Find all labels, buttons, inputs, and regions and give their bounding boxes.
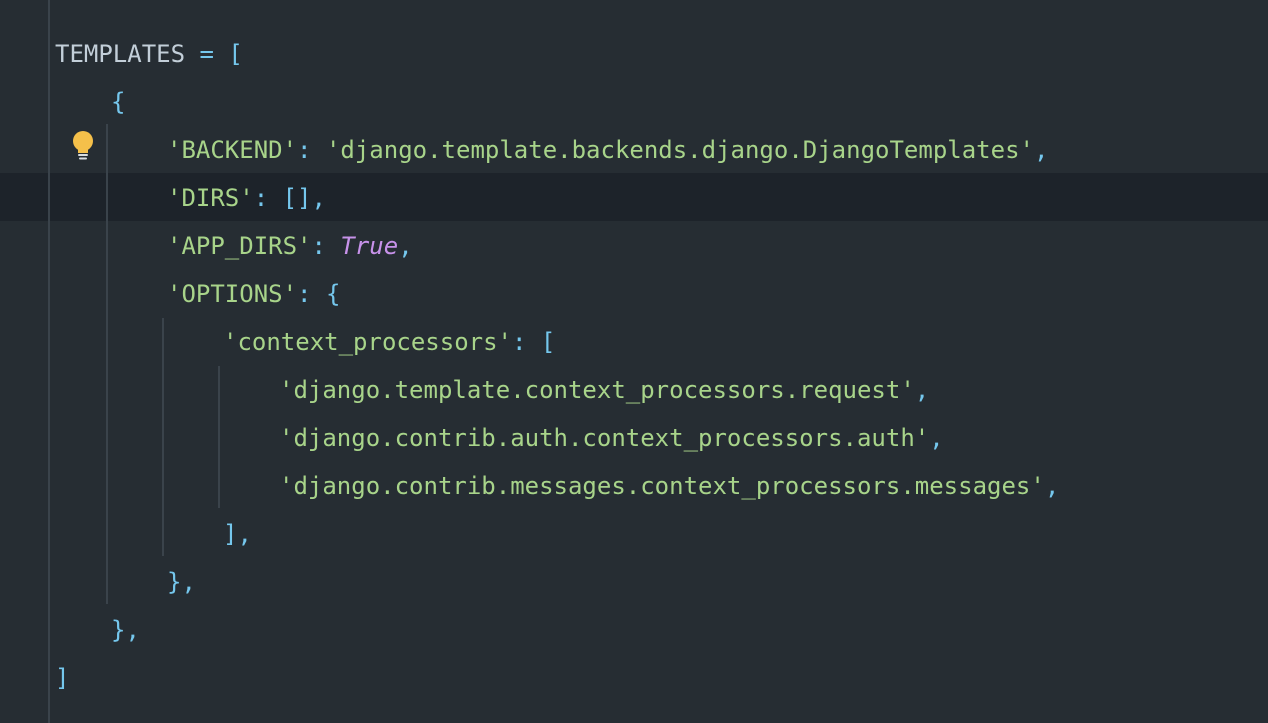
code-line[interactable]: 'OPTIONS': { — [167, 270, 340, 318]
code-token: 'BACKEND' — [167, 136, 298, 164]
code-token: , — [398, 232, 413, 260]
code-token: , — [181, 568, 196, 596]
code-token: } — [111, 616, 126, 644]
code-token: } — [167, 568, 182, 596]
code-token: [] — [282, 184, 312, 212]
code-token: TEMPLATES — [55, 40, 186, 68]
code-token: : — [253, 184, 283, 212]
editor-gutter — [0, 0, 48, 723]
code-line[interactable]: }, — [167, 558, 196, 606]
code-token: : — [297, 136, 326, 164]
code-line[interactable]: 'django.template.context_processors.requ… — [279, 366, 929, 414]
code-line[interactable]: ] — [55, 654, 69, 702]
code-line[interactable]: TEMPLATES = [ — [55, 30, 243, 78]
code-token: , — [1044, 472, 1060, 500]
code-line[interactable]: { — [111, 78, 125, 126]
code-token: 'django.template.backends.django.DjangoT… — [325, 136, 1034, 164]
code-line[interactable]: 'django.contrib.messages.context_process… — [279, 462, 1059, 510]
code-token: ] — [223, 520, 238, 548]
code-token: , — [311, 184, 326, 212]
code-token: 'django.contrib.auth.context_processors.… — [279, 424, 930, 452]
code-token: [ — [228, 40, 243, 68]
code-token: , — [237, 520, 252, 548]
code-token: 'django.template.context_processors.requ… — [279, 376, 915, 404]
code-token: , — [1033, 136, 1049, 164]
code-token: 'context_processors' — [223, 328, 512, 356]
code-token: , — [125, 616, 140, 644]
code-token: 'APP_DIRS' — [167, 232, 312, 260]
code-token: 'DIRS' — [167, 184, 254, 212]
code-token: ] — [55, 664, 70, 692]
code-line[interactable]: ], — [223, 510, 252, 558]
code-line[interactable]: 'context_processors': [ — [223, 318, 555, 366]
code-line[interactable]: 'DIRS': [], — [167, 174, 326, 222]
code-token: 'OPTIONS' — [167, 280, 298, 308]
code-token: : — [297, 280, 326, 308]
code-token: 'django.contrib.messages.context_process… — [279, 472, 1045, 500]
code-line[interactable]: 'APP_DIRS': True, — [167, 222, 413, 270]
code-line[interactable]: 'BACKEND': 'django.template.backends.dja… — [167, 126, 1048, 174]
gutter-border — [48, 0, 50, 723]
code-editor[interactable]: TEMPLATES = [ { 'BACKEND': 'django.templat… — [55, 30, 1255, 710]
code-token: [ — [540, 328, 556, 356]
code-line[interactable]: 'django.contrib.auth.context_processors.… — [279, 414, 944, 462]
code-token: = — [185, 40, 229, 68]
code-token: , — [914, 376, 930, 404]
code-token: : — [311, 232, 341, 260]
code-token: { — [111, 88, 126, 116]
code-token: True — [340, 232, 399, 260]
code-token: { — [325, 280, 341, 308]
code-token: : — [511, 328, 541, 356]
code-token: , — [929, 424, 944, 452]
code-line[interactable]: }, — [111, 606, 140, 654]
